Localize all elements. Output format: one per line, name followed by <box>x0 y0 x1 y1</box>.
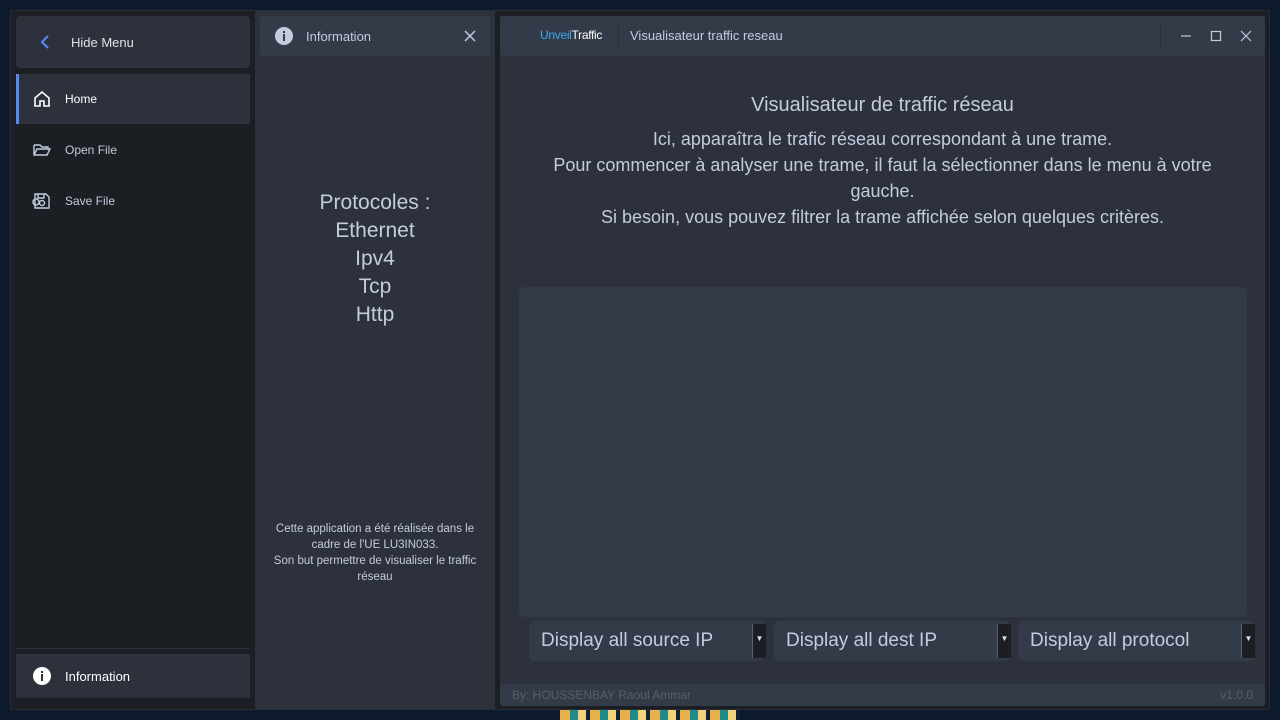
app-window: Hide Menu Home Open File Save File Infor… <box>10 10 1270 710</box>
desktop-wallpaper <box>560 710 740 720</box>
chevron-down-icon[interactable]: ▼ <box>752 624 766 658</box>
protocols-title: Protocoles : <box>319 191 431 214</box>
save-icon <box>32 193 50 209</box>
about-text: Cette application a été réalisée dans le… <box>265 521 485 585</box>
menu-item-save-file[interactable]: Save File <box>16 176 250 226</box>
menu-divider <box>16 648 250 649</box>
protocol-filter-value: Display all protocol <box>1030 630 1190 651</box>
information-panel: Information Protocoles : Ethernet Ipv4 T… <box>255 11 495 709</box>
menu-item-open-file[interactable]: Open File <box>16 125 250 175</box>
menu-item-label: Save File <box>65 194 116 208</box>
page-description: Ici, apparaîtra le trafic réseau corresp… <box>520 126 1245 230</box>
minimize-icon[interactable] <box>1178 28 1194 44</box>
chevron-left-icon <box>40 35 49 49</box>
information-panel-title: Information <box>306 28 372 44</box>
folder-open-icon <box>33 144 52 156</box>
version-text: v1.0.0 <box>1220 688 1253 702</box>
credit-text: By: HOUSSENBAY Raoul Ammar <box>512 688 691 702</box>
dest-ip-filter-value: Display all dest IP <box>786 630 938 651</box>
title-bar[interactable]: UnveilTraffic Visualisateur traffic rese… <box>500 16 1265 56</box>
description-line: Pour commencer à analyser une trame, il … <box>553 155 1212 201</box>
hide-menu-label: Hide Menu <box>71 34 134 50</box>
menu-item-home[interactable]: Home <box>16 74 250 124</box>
source-ip-filter[interactable]: Display all source IP ▼ <box>529 621 766 661</box>
menu-item-label: Open File <box>65 143 118 157</box>
menu-item-label: Home <box>65 92 98 106</box>
chevron-down-icon[interactable]: ▼ <box>997 624 1011 658</box>
menu-item-information[interactable]: Information <box>16 654 250 698</box>
title-divider <box>618 22 619 50</box>
title-divider <box>1160 22 1161 50</box>
dest-ip-filter[interactable]: Display all dest IP ▼ <box>774 621 1011 661</box>
page-title: Visualisateur de traffic réseau <box>751 94 1014 116</box>
traffic-viewer-area[interactable] <box>519 287 1247 617</box>
logo-text-part1: Unveil <box>540 28 572 42</box>
about-line: Cette application a été réalisée dans le… <box>275 523 475 551</box>
close-icon[interactable] <box>462 28 478 44</box>
protocols-list: Protocoles : Ethernet Ipv4 Tcp Http <box>255 189 495 329</box>
protocol-item: Http <box>355 303 395 326</box>
source-ip-filter-value: Display all source IP <box>541 630 714 651</box>
main-content: UnveilTraffic Visualisateur traffic rese… <box>500 16 1265 706</box>
information-panel-header: Information <box>260 16 490 56</box>
protocol-filter[interactable]: Display all protocol ▼ <box>1018 621 1255 661</box>
info-icon <box>33 667 51 685</box>
home-icon <box>34 90 50 107</box>
menu-info-label: Information <box>65 668 131 684</box>
about-line: Son but permettre de visualiser le traff… <box>273 555 477 583</box>
protocol-item: Tcp <box>358 275 392 298</box>
app-logo: UnveilTraffic <box>540 28 602 42</box>
description-line: Si besoin, vous pouvez filtrer la trame … <box>601 207 1164 227</box>
maximize-icon[interactable] <box>1208 28 1224 44</box>
status-bar: By: HOUSSENBAY Raoul Ammar v1.0.0 <box>500 684 1265 706</box>
logo-text-part2: Traffic <box>571 28 603 42</box>
protocol-item: Ipv4 <box>355 247 395 270</box>
left-menu: Hide Menu Home Open File Save File Infor… <box>16 16 250 706</box>
chevron-down-icon[interactable]: ▼ <box>1241 624 1255 658</box>
description-line: Ici, apparaîtra le trafic réseau corresp… <box>652 129 1113 149</box>
protocol-item: Ethernet <box>335 219 415 242</box>
hide-menu-button[interactable]: Hide Menu <box>16 16 250 68</box>
close-window-icon[interactable] <box>1238 28 1254 44</box>
info-icon <box>275 27 293 45</box>
window-title: Visualisateur traffic reseau <box>630 28 783 43</box>
